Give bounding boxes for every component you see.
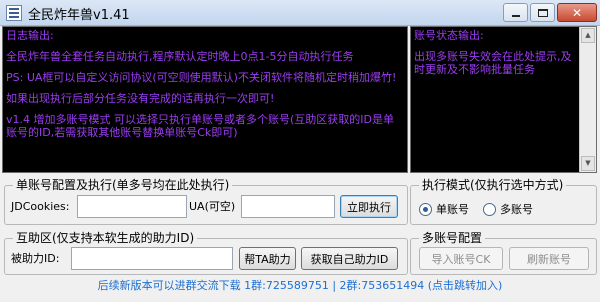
log-line: 日志输出:	[6, 29, 54, 42]
close-icon: ✕	[571, 5, 583, 20]
jdcookies-label: JDCookies:	[11, 200, 70, 213]
status-line: 账号状态输出:	[414, 29, 484, 42]
single-account-title: 单账号配置及执行(单多号均在此处执行)	[13, 177, 233, 193]
ua-label: UA(可空)	[189, 200, 236, 213]
close-button[interactable]: ✕	[557, 3, 597, 22]
status-line: 出现多账号失效会在此处提示,及时更新及不影响批量任务	[414, 50, 572, 76]
radio-single-account[interactable]: 单账号	[419, 201, 469, 217]
help-ta-button[interactable]: 帮TA助力	[239, 247, 296, 270]
scroll-down-icon[interactable]: ▼	[581, 156, 595, 171]
title-bar: 全民炸年兽v1.41 ✕	[0, 0, 600, 26]
radio-unselected-icon[interactable]	[483, 202, 496, 216]
multi-account-title: 多账号配置	[419, 230, 486, 246]
window-title: 全民炸年兽v1.41	[28, 8, 130, 23]
maximize-icon	[537, 8, 548, 17]
maximize-button[interactable]	[530, 3, 555, 22]
log-line	[6, 63, 404, 71]
log-line	[6, 84, 404, 92]
help-zone-group: 互助区(仅支持本软生成的助力ID) 被助力ID: 帮TA助力 获取自己助力ID	[4, 230, 408, 275]
exec-mode-group: 执行模式(仅执行选中方式) 单账号 多账号	[410, 177, 597, 225]
minimize-button[interactable]	[503, 3, 528, 22]
minimize-icon	[511, 14, 520, 17]
run-now-button[interactable]: 立即执行	[340, 195, 398, 218]
assisted-id-label: 被助力ID:	[11, 252, 60, 265]
exec-mode-title: 执行模式(仅执行选中方式)	[419, 177, 567, 193]
multi-account-group: 多账号配置 导入账号CK 刷新账号	[410, 230, 597, 275]
get-own-id-button[interactable]: 获取自己助力ID	[301, 247, 398, 270]
log-console[interactable]: 日志输出: 全民炸年兽全套任务自动执行,程序默认定时晚上0点1-5分自动执行任务…	[2, 26, 408, 173]
radio-multi-account[interactable]: 多账号	[483, 201, 533, 217]
ua-input[interactable]	[241, 195, 335, 218]
scroll-up-icon[interactable]: ▲	[581, 28, 595, 43]
radio-label: 多账号	[500, 203, 533, 216]
log-line: v1.4 增加多账号模式 可以选择只执行单账号或者多个账号(互助区获取的ID是单…	[6, 113, 395, 139]
log-line: 全民炸年兽全套任务自动执行,程序默认定时晚上0点1-5分自动执行任务	[6, 50, 354, 63]
radio-label: 单账号	[436, 203, 469, 216]
refresh-accounts-button[interactable]: 刷新账号	[509, 247, 589, 270]
status-console[interactable]: 账号状态输出: 出现多账号失效会在此处提示,及时更新及不影响批量任务 ▲ ▼	[410, 26, 597, 173]
jdcookies-input[interactable]	[77, 195, 187, 218]
radio-selected-icon[interactable]	[419, 202, 432, 216]
log-line: 如果出现执行后部分任务没有完成的话再执行一次即可!	[6, 92, 275, 105]
log-line	[6, 105, 404, 113]
status-line	[414, 42, 593, 50]
assisted-id-input[interactable]	[71, 247, 233, 270]
import-ck-button[interactable]: 导入账号CK	[419, 247, 503, 270]
status-scrollbar[interactable]: ▲ ▼	[579, 27, 596, 172]
group-join-link[interactable]: 后续新版本可以进群交流下载 1群:725589751 | 2群:75365149…	[0, 277, 600, 295]
app-icon	[6, 5, 22, 21]
help-zone-title: 互助区(仅支持本软生成的助力ID)	[13, 230, 198, 246]
log-line	[6, 42, 404, 50]
single-account-group: 单账号配置及执行(单多号均在此处执行) JDCookies: UA(可空) 立即…	[4, 177, 408, 225]
log-line: PS: UA框可以自定义访问协议(可空则使用默认)不关闭软件将随机定时稍加爆竹!	[6, 71, 397, 84]
